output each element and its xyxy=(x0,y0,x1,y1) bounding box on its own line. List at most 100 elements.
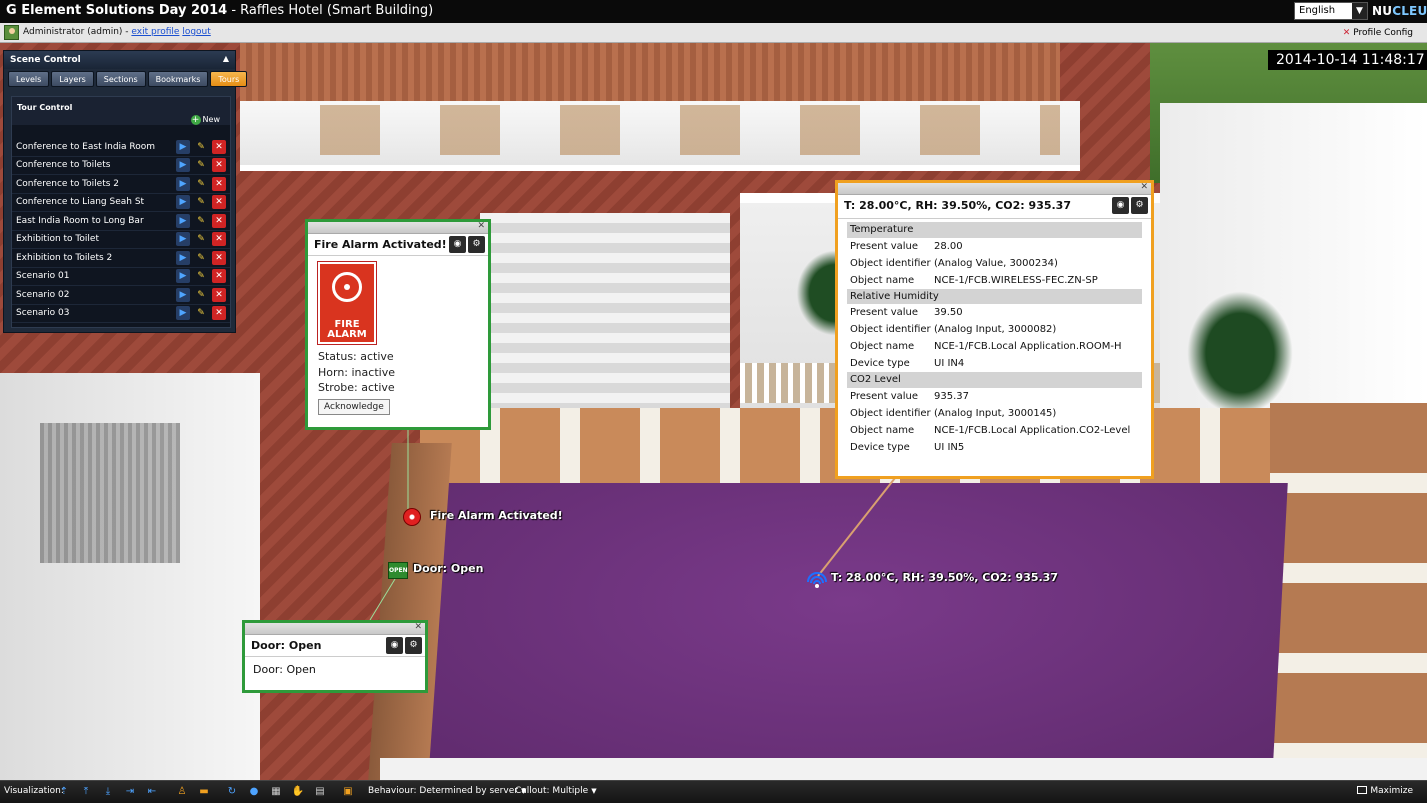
list-item[interactable]: Exhibition to Toilets 2 ▶ ✎ ✕ xyxy=(12,249,230,268)
fire-alarm-sign-icon: FIRE ALARM xyxy=(317,261,377,345)
tab-sections[interactable]: Sections xyxy=(95,71,146,87)
play-icon[interactable]: ▶ xyxy=(176,269,190,284)
delete-icon[interactable]: ✕ xyxy=(212,213,226,228)
door-marker-icon[interactable]: OPEN xyxy=(388,562,408,579)
tab-levels[interactable]: Levels xyxy=(8,71,50,87)
move-up-icon[interactable]: ⇡ xyxy=(56,784,72,800)
delete-icon[interactable]: ✕ xyxy=(212,269,226,284)
delete-icon[interactable]: ✕ xyxy=(212,195,226,210)
list-item[interactable]: Conference to East India Room ▶ ✎ ✕ xyxy=(12,138,230,157)
popup-title: Fire Alarm Activated! ◉ ⚙ xyxy=(308,234,488,256)
exit-profile-link[interactable]: exit profile xyxy=(131,27,179,37)
window-title: G Element Solutions Day 2014 - Raffles H… xyxy=(6,3,434,18)
fire-alarm-marker-label[interactable]: Fire Alarm Activated! xyxy=(430,509,563,522)
popup-drag-bar[interactable]: ✕ xyxy=(245,622,425,635)
list-item[interactable]: Conference to Toilets 2 ▶ ✎ ✕ xyxy=(12,175,230,194)
play-icon[interactable]: ▶ xyxy=(176,158,190,173)
list-item[interactable]: Conference to Toilets ▶ ✎ ✕ xyxy=(12,157,230,175)
list-item[interactable]: Exhibition to Toilet ▶ ✎ ✕ xyxy=(12,231,230,249)
play-icon[interactable]: ▶ xyxy=(176,232,190,247)
person-icon[interactable]: ♙ xyxy=(174,784,190,800)
hand-icon[interactable]: ✋ xyxy=(290,784,306,800)
close-icon[interactable]: ✕ xyxy=(1140,182,1148,192)
popup-title: T: 28.00°C, RH: 39.50%, CO2: 935.37 ◉ ⚙ xyxy=(838,195,1151,219)
play-icon[interactable]: ▶ xyxy=(176,306,190,321)
list-item[interactable]: Conference to Liang Seah St ▶ ✎ ✕ xyxy=(12,194,230,212)
globe-icon[interactable]: ● xyxy=(246,784,262,800)
maximize-button[interactable]: Maximize xyxy=(1357,786,1413,796)
layers-icon[interactable]: ▤ xyxy=(312,784,328,800)
bottom-view-icon[interactable]: ⤓ xyxy=(100,784,116,800)
language-select[interactable]: English ▼ xyxy=(1294,2,1368,20)
pencil-icon[interactable]: ✎ xyxy=(194,195,208,209)
gear-icon[interactable]: ⚙ xyxy=(405,637,422,654)
play-icon[interactable]: ▶ xyxy=(176,176,190,191)
behaviour-dropdown[interactable]: Behaviour: Determined by server ▼ xyxy=(368,786,526,796)
property-row: Object identifier (Analog Input, 3000145) xyxy=(850,407,1057,419)
property-row: Object name NCE-1/FCB.Local Application.C… xyxy=(850,424,1131,436)
image-icon[interactable]: ▣ xyxy=(340,784,356,800)
eye-icon[interactable]: ◉ xyxy=(386,637,403,654)
right-view-icon[interactable]: ⇥ xyxy=(122,784,138,800)
acknowledge-button[interactable]: Acknowledge xyxy=(318,398,390,415)
rotate-icon[interactable]: ↻ xyxy=(224,784,240,800)
close-icon[interactable]: ✕ xyxy=(477,221,485,231)
bottom-toolbar: Visualization: ⇡ ⤒ ⤓ ⇥ ⇤ ♙ ▬ ↻ ● ▦ ✋ ▤ ▣… xyxy=(0,780,1427,803)
pencil-icon[interactable]: ✎ xyxy=(194,214,208,228)
list-item[interactable]: Scenario 01 ▶ ✎ ✕ xyxy=(12,268,230,286)
logout-link[interactable]: logout xyxy=(182,27,210,37)
gear-icon[interactable]: ⚙ xyxy=(468,236,485,253)
delete-icon[interactable]: ✕ xyxy=(212,232,226,247)
play-icon[interactable]: ▶ xyxy=(176,139,190,154)
new-tour-button[interactable]: + New xyxy=(190,115,220,125)
list-item[interactable]: East India Room to Long Bar ▶ ✎ ✕ xyxy=(12,212,230,231)
play-icon[interactable]: ▶ xyxy=(176,250,190,265)
sensor-marker-label[interactable]: T: 28.00°C, RH: 39.50%, CO2: 935.37 xyxy=(831,571,1058,584)
wireless-sensor-icon[interactable] xyxy=(806,572,828,590)
popup-title: Door: Open ◉ ⚙ xyxy=(245,635,425,657)
tab-tours[interactable]: Tours xyxy=(210,71,248,87)
folder-icon[interactable]: ▬ xyxy=(196,784,212,800)
delete-icon[interactable]: ✕ xyxy=(212,158,226,173)
pencil-icon[interactable]: ✎ xyxy=(194,232,208,246)
list-item[interactable]: Scenario 02 ▶ ✎ ✕ xyxy=(12,286,230,305)
list-item[interactable]: Scenario 03 ▶ ✎ ✕ xyxy=(12,305,230,323)
pencil-icon[interactable]: ✎ xyxy=(194,251,208,265)
door-marker-label[interactable]: Door: Open xyxy=(413,562,483,575)
eye-icon[interactable]: ◉ xyxy=(449,236,466,253)
delete-icon[interactable]: ✕ xyxy=(212,139,226,154)
popup-drag-bar[interactable]: ✕ xyxy=(308,221,488,234)
delete-icon[interactable]: ✕ xyxy=(212,287,226,302)
gear-icon[interactable]: ⚙ xyxy=(1131,197,1148,214)
popup-tools: ◉ ⚙ xyxy=(386,637,422,654)
pencil-icon[interactable]: ✎ xyxy=(194,269,208,283)
play-icon[interactable]: ▶ xyxy=(176,287,190,302)
pencil-icon[interactable]: ✎ xyxy=(194,288,208,302)
room-floor[interactable] xyxy=(402,483,1288,780)
grid-icon[interactable]: ▦ xyxy=(268,784,284,800)
tab-bookmarks[interactable]: Bookmarks xyxy=(147,71,209,87)
delete-icon[interactable]: ✕ xyxy=(212,250,226,265)
tab-layers[interactable]: Layers xyxy=(51,71,94,87)
user-info: Administrator (admin) - exit profile log… xyxy=(23,27,211,37)
collapse-up-icon[interactable]: ▲ xyxy=(223,54,229,63)
fire-alarm-marker-icon[interactable] xyxy=(403,508,421,526)
callout-dropdown[interactable]: Callout: Multiple ▼ xyxy=(515,786,597,796)
popup-drag-bar[interactable]: ✕ xyxy=(838,182,1151,195)
left-view-icon[interactable]: ⇤ xyxy=(144,784,160,800)
maximize-icon xyxy=(1357,786,1368,794)
pencil-icon[interactable]: ✎ xyxy=(194,306,208,320)
delete-icon[interactable]: ✕ xyxy=(212,306,226,321)
close-icon[interactable]: ✕ xyxy=(414,622,422,632)
play-icon[interactable]: ▶ xyxy=(176,213,190,228)
property-row: Object identifier (Analog Input, 3000082) xyxy=(850,324,1057,335)
pencil-icon[interactable]: ✎ xyxy=(194,158,208,172)
play-icon[interactable]: ▶ xyxy=(176,195,190,210)
scene-control-header[interactable]: Scene Control ▲ xyxy=(4,51,235,69)
pencil-icon[interactable]: ✎ xyxy=(194,140,208,154)
delete-icon[interactable]: ✕ xyxy=(212,176,226,191)
top-view-icon[interactable]: ⤒ xyxy=(78,784,94,800)
profile-config-button[interactable]: ✕ Profile Config xyxy=(1343,28,1413,38)
eye-icon[interactable]: ◉ xyxy=(1112,197,1129,214)
pencil-icon[interactable]: ✎ xyxy=(194,177,208,191)
